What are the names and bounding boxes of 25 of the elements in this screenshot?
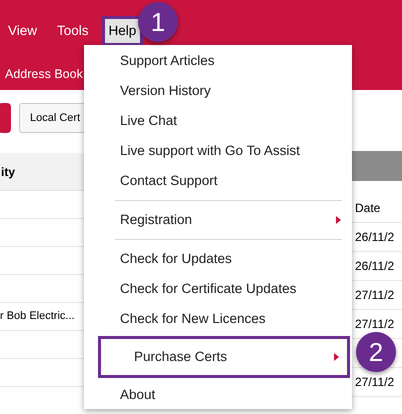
menu-item[interactable]: Version History bbox=[84, 76, 352, 106]
menu-item[interactable]: Registration bbox=[84, 205, 352, 235]
toolbar-button[interactable] bbox=[0, 103, 11, 133]
menu-item[interactable]: Contact Support bbox=[84, 166, 352, 196]
menu-item[interactable]: Check for Updates bbox=[84, 244, 352, 274]
address-book-tab[interactable]: Address Book bbox=[5, 64, 83, 84]
menu-bar-item[interactable]: View bbox=[1, 16, 44, 46]
menu-item[interactable]: Check for New Licences bbox=[84, 304, 352, 334]
table-cell-text: 27/11/2 bbox=[354, 287, 394, 304]
menu-item[interactable]: Support Articles bbox=[84, 46, 352, 76]
table-cell-text: 26/11/2 bbox=[354, 229, 394, 246]
table-cell-text: 26/11/2 bbox=[354, 258, 394, 275]
submenu-arrow-icon bbox=[336, 216, 341, 224]
column-header: ity bbox=[0, 153, 84, 191]
menu-item[interactable]: Live support with Go To Assist bbox=[84, 136, 352, 166]
menu-item[interactable]: Purchase Certs bbox=[98, 336, 350, 378]
table-cell-text: 27/11/2 bbox=[354, 316, 394, 333]
menu-item[interactable]: About bbox=[84, 380, 352, 410]
submenu-arrow-icon bbox=[334, 353, 339, 361]
panel-header-bar bbox=[352, 151, 402, 181]
menu-item[interactable]: Check for Certificate Updates bbox=[84, 274, 352, 304]
callout-badge: 2 bbox=[356, 332, 396, 372]
table-cell-text: 27/11/2 bbox=[354, 374, 394, 391]
menu-bar-item[interactable]: Tools bbox=[50, 16, 96, 46]
table-cell-text: r Bob Electric... bbox=[0, 309, 75, 324]
